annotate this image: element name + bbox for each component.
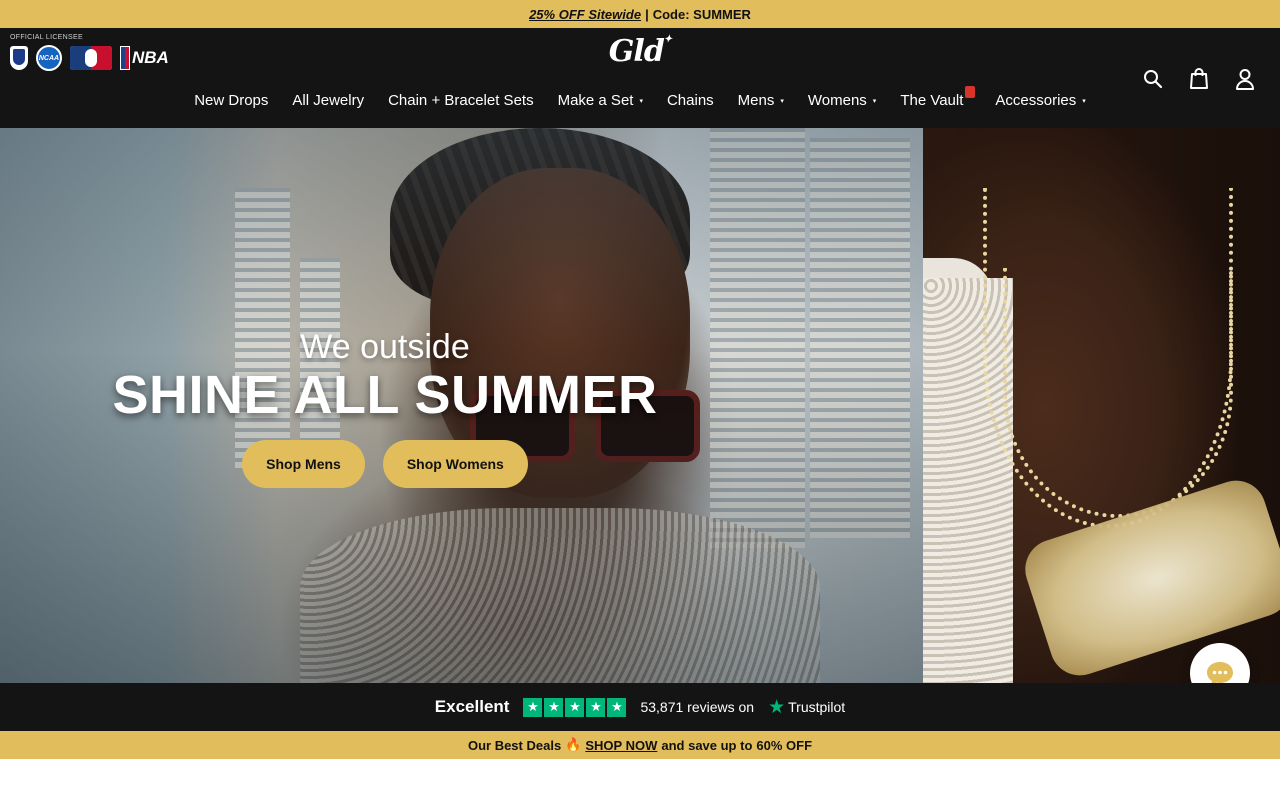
brand-logo-text: Gld <box>608 34 665 69</box>
promo-highlight: 25% OFF Sitewide <box>529 6 642 22</box>
trustpilot-brand: Trustpilot <box>788 699 846 715</box>
promo-banner-top[interactable]: 25% OFF Sitewide | Code: SUMMER <box>0 0 1280 28</box>
hero-banner[interactable]: We outside SHINE ALL SUMMER Shop Mens Sh… <box>0 128 1280 683</box>
nba-logo-text: NBA <box>132 48 169 67</box>
nfl-logo[interactable] <box>10 46 28 70</box>
vault-badge-icon <box>965 86 976 98</box>
licensee-label: OFFICIAL LICENSEE <box>10 34 83 41</box>
search-icon[interactable] <box>1142 68 1164 90</box>
sparkle-icon: ✦ <box>663 34 672 45</box>
nav-chains[interactable]: Chains <box>667 92 714 109</box>
promo-bottom-lead: Our Best Deals <box>467 737 562 753</box>
nav-label: New Drops <box>194 92 269 109</box>
mlb-logo[interactable] <box>70 46 112 70</box>
league-logos: NCAA NBA <box>10 45 169 71</box>
official-licensee: OFFICIAL LICENSEE NCAA NBA <box>10 34 169 71</box>
nav-label: Womens <box>807 92 867 109</box>
star-icon: ★ <box>586 697 606 717</box>
hero-title: SHINE ALL SUMMER <box>112 365 658 425</box>
nav-label: The Vault <box>900 92 964 109</box>
nav-label: Chain + Bracelet Sets <box>388 92 534 109</box>
caret-down-icon: ▾ <box>639 97 643 105</box>
star-icon: ★ <box>607 697 627 717</box>
trust-stars: ★ ★ ★ ★ ★ <box>523 697 627 717</box>
star-icon: ★ <box>544 697 564 717</box>
nav-mens[interactable]: Mens ▾ <box>738 92 784 109</box>
promo-bottom-middle: and save up to <box>661 737 753 753</box>
star-icon: ★ <box>523 697 543 717</box>
ncaa-logo-text: NCAA <box>38 54 60 62</box>
nav-make-a-set[interactable]: Make a Set ▾ <box>558 92 643 109</box>
trust-review-count: 53,871 reviews on <box>640 699 755 715</box>
trust-rating-label: Excellent <box>434 697 510 716</box>
trustpilot-logo: ★ Trustpilot <box>768 696 845 719</box>
nav-label: All Jewelry <box>292 92 365 109</box>
hero-cta-group: Shop Mens Shop Womens <box>95 439 675 488</box>
trustpilot-bar[interactable]: Excellent ★ ★ ★ ★ ★ 53,871 reviews on ★ … <box>0 683 1280 731</box>
nav-womens[interactable]: Womens ▾ <box>808 92 876 109</box>
nav-label: Mens <box>737 92 775 109</box>
fire-icon: 🔥 <box>565 737 582 752</box>
promo-bottom-discount: 60% OFF <box>756 737 813 753</box>
ncaa-logo[interactable]: NCAA <box>36 45 62 71</box>
brand-logo[interactable]: Gld✦ <box>608 34 672 69</box>
nav-all-jewelry[interactable]: All Jewelry <box>292 92 364 109</box>
hero-subtitle: We outside <box>300 328 470 366</box>
nav-the-vault[interactable]: The Vault <box>900 86 976 109</box>
nav-accessories[interactable]: Accessories ▾ <box>995 92 1085 109</box>
trustpilot-star-icon: ★ <box>768 696 786 718</box>
account-icon[interactable] <box>1234 68 1256 90</box>
promo-separator: | <box>645 6 649 22</box>
nba-logo[interactable]: NBA <box>120 46 169 70</box>
site-header: OFFICIAL LICENSEE NCAA NBA Gld✦ New Drop… <box>0 28 1280 128</box>
hero-copy: We outside SHINE ALL SUMMER Shop Mens Sh… <box>95 328 675 488</box>
caret-down-icon: ▾ <box>1082 97 1086 105</box>
nav-chain-bracelet-sets[interactable]: Chain + Bracelet Sets <box>388 92 534 109</box>
nav-new-drops[interactable]: New Drops <box>194 92 268 109</box>
nba-logo-mark <box>120 46 130 70</box>
nav-label: Make a Set <box>557 92 634 109</box>
main-nav: New Drops All Jewelry Chain + Bracelet S… <box>0 86 1280 109</box>
shop-womens-button[interactable]: Shop Womens <box>382 439 528 488</box>
header-actions <box>1142 68 1256 90</box>
nav-label: Chains <box>666 92 714 109</box>
shop-now-link[interactable]: SHOP NOW <box>585 738 657 753</box>
promo-code: Code: SUMMER <box>652 6 751 22</box>
shop-mens-button[interactable]: Shop Mens <box>242 439 365 488</box>
caret-down-icon: ▾ <box>780 97 784 105</box>
caret-down-icon: ▾ <box>872 97 877 105</box>
chat-icon <box>1207 662 1233 683</box>
hero-image-chain-closeup <box>923 128 1280 683</box>
promo-banner-bottom[interactable]: Our Best Deals 🔥 SHOP NOW and save up to… <box>0 731 1280 759</box>
nav-label: Accessories <box>995 92 1077 109</box>
star-icon: ★ <box>565 697 585 717</box>
bag-icon[interactable] <box>1188 68 1210 90</box>
